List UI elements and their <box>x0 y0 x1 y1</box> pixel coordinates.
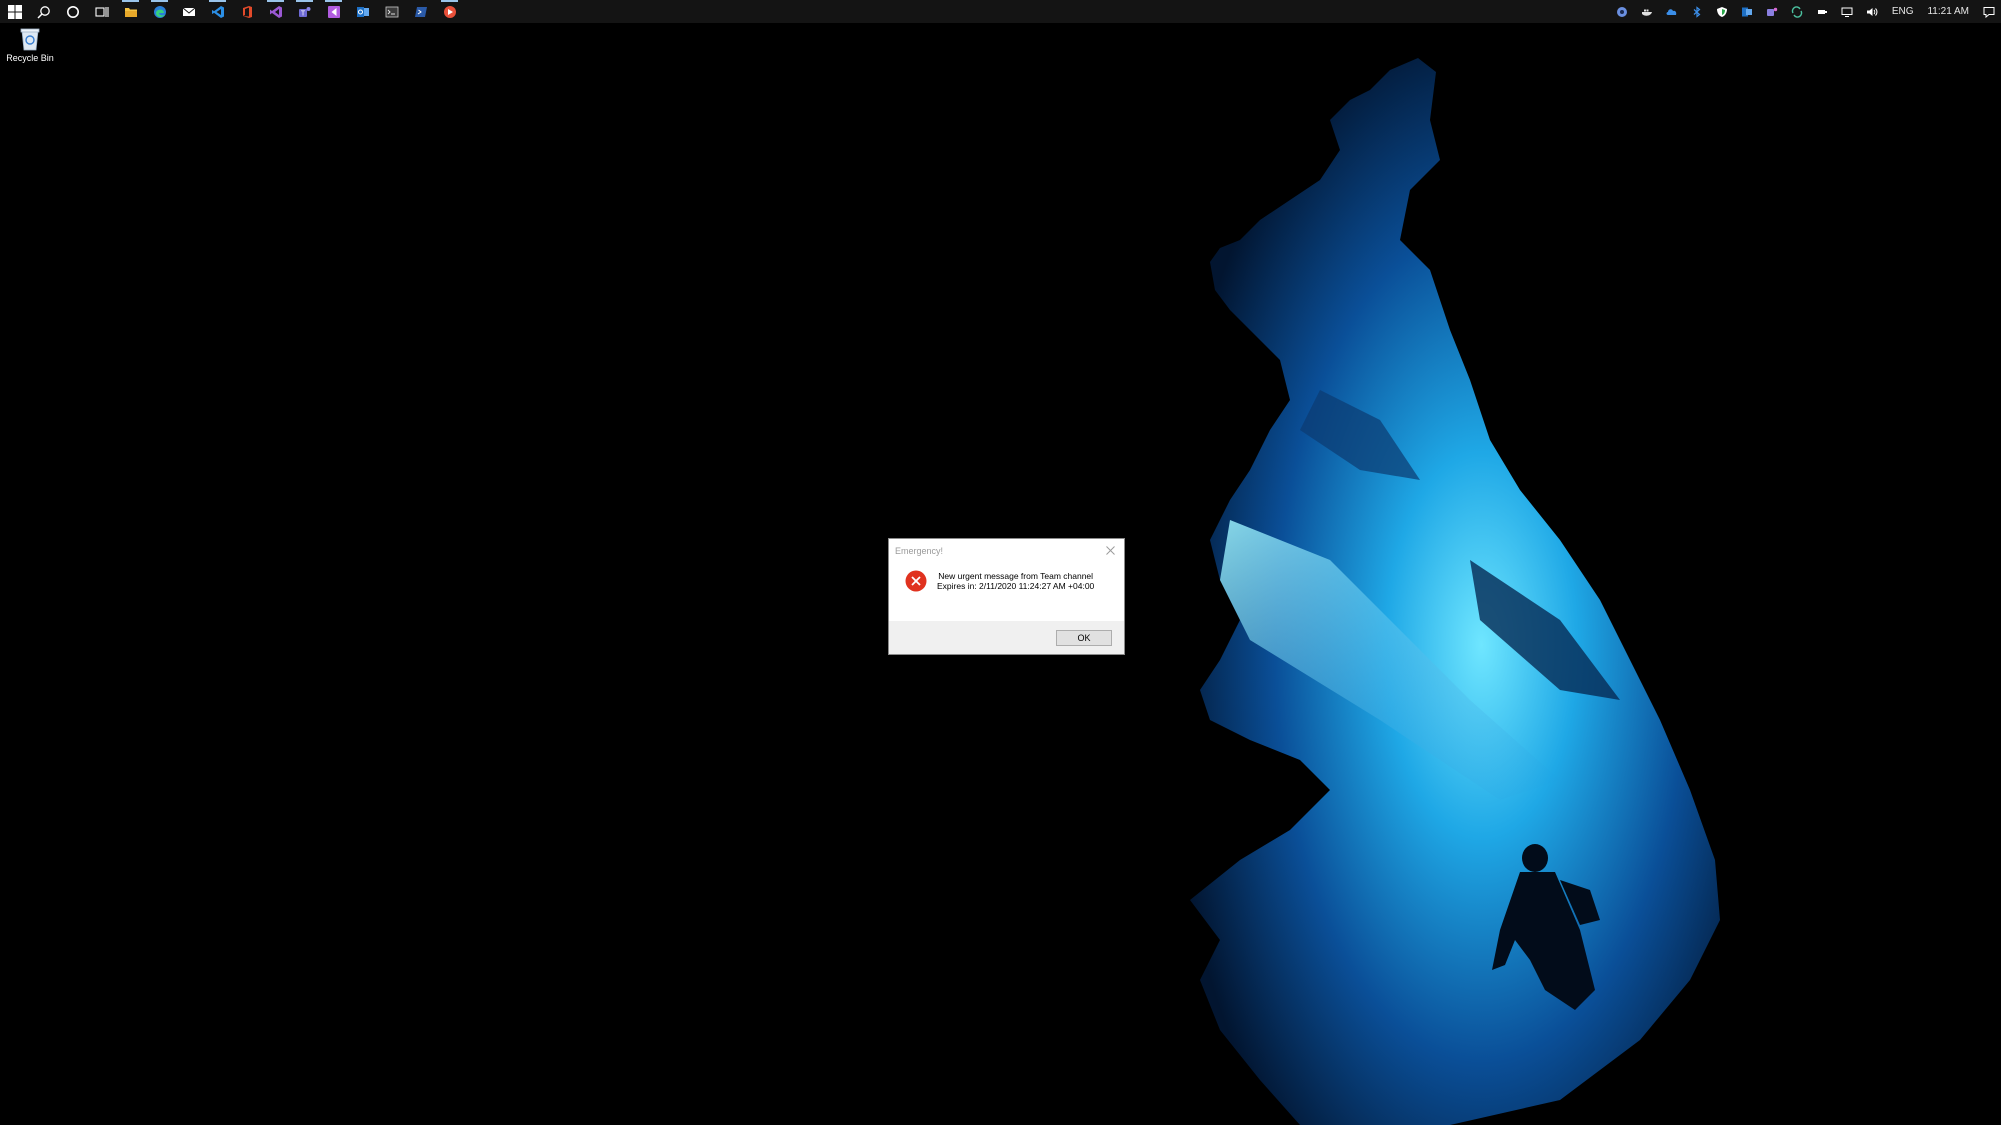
terminal-icon <box>385 6 398 17</box>
dialog-titlebar[interactable]: Emergency! <box>889 539 1124 562</box>
dialog-title: Emergency! <box>895 545 944 556</box>
dialog-close-button[interactable] <box>1097 540 1124 562</box>
visual-studio-preview-button[interactable] <box>319 0 348 23</box>
red-app-button[interactable] <box>435 0 464 23</box>
recycle-bin-icon <box>20 28 40 51</box>
volume-icon <box>1867 7 1878 16</box>
action-center-button[interactable] <box>1976 0 2001 23</box>
onedrive-tray[interactable] <box>1660 0 1685 23</box>
error-icon <box>905 570 927 592</box>
edge-button[interactable] <box>145 0 174 23</box>
powershell-icon <box>414 6 427 17</box>
outlook-icon <box>356 6 369 17</box>
sync-tray[interactable] <box>1785 0 1810 23</box>
shield-circle-icon <box>1617 6 1628 17</box>
vscode-icon <box>211 5 224 18</box>
search-icon <box>36 5 50 19</box>
teams-icon: T <box>298 6 310 17</box>
network-icon <box>1841 7 1853 17</box>
office-button[interactable] <box>232 0 261 23</box>
volume-tray[interactable] <box>1860 0 1885 23</box>
dialog-message-line-1: New urgent message from Team channel <box>938 571 1094 581</box>
notification-icon <box>1983 6 1994 18</box>
cloud-icon <box>1666 8 1677 15</box>
cortana-circle-icon <box>66 5 79 18</box>
tray-app-2[interactable] <box>1635 0 1660 23</box>
recycle-bin-shortcut[interactable]: Recycle Bin <box>3 27 57 69</box>
svg-text:T: T <box>300 10 305 17</box>
close-icon <box>1106 546 1115 555</box>
dialog-footer: OK <box>889 621 1124 654</box>
visual-studio-button[interactable] <box>261 0 290 23</box>
powershell-button[interactable] <box>406 0 435 23</box>
outlook-icon <box>1742 7 1753 16</box>
windows-logo-icon <box>7 4 22 19</box>
sync-icon <box>1792 5 1803 18</box>
search-button[interactable] <box>29 0 58 23</box>
teams-button[interactable]: T <box>290 0 319 23</box>
usb-tray[interactable] <box>1810 0 1835 23</box>
dialog-message-line-2: Expires in: 2/11/2020 11:24:27 AM +04:00 <box>937 581 1095 591</box>
outlook-button[interactable] <box>348 0 377 23</box>
mail-icon <box>182 7 195 16</box>
taskbar: T ENG 11:21 AM <box>0 0 2001 23</box>
terminal-button[interactable] <box>377 0 406 23</box>
emergency-dialog: Emergency! New urgent message from Team … <box>888 538 1125 655</box>
edge-icon <box>153 5 166 18</box>
teams-tray[interactable] <box>1760 0 1785 23</box>
recycle-bin-label: Recycle Bin <box>6 53 54 63</box>
tray-app-1[interactable] <box>1610 0 1635 23</box>
network-tray[interactable] <box>1835 0 1860 23</box>
shield-icon <box>1717 6 1728 17</box>
vs-preview-icon <box>327 5 340 18</box>
folder-icon <box>124 7 137 17</box>
system-tray: ENG 11:21 AM <box>1610 0 2001 23</box>
red-app-icon <box>443 5 456 18</box>
bluetooth-tray[interactable] <box>1685 0 1710 23</box>
file-explorer-button[interactable] <box>116 0 145 23</box>
cortana-button[interactable] <box>58 0 87 23</box>
defender-tray[interactable] <box>1710 0 1735 23</box>
ok-button[interactable]: OK <box>1056 629 1112 646</box>
clock[interactable]: 11:21 AM <box>1920 6 1976 17</box>
task-view-button[interactable] <box>87 0 116 23</box>
office-icon <box>242 5 252 18</box>
bluetooth-icon <box>1693 5 1701 18</box>
outlook-tray[interactable] <box>1735 0 1760 23</box>
mail-button[interactable] <box>174 0 203 23</box>
dialog-body: New urgent message from Team channel Exp… <box>889 562 1124 600</box>
start-button[interactable] <box>0 0 29 23</box>
dialog-message: New urgent message from Team channel Exp… <box>937 571 1094 591</box>
visual-studio-icon <box>269 5 282 18</box>
task-view-icon <box>94 6 109 17</box>
vscode-button[interactable] <box>203 0 232 23</box>
teams-icon <box>1767 7 1778 16</box>
language-indicator[interactable]: ENG <box>1885 6 1921 17</box>
usb-icon <box>1818 9 1828 14</box>
docker-whale-icon <box>1642 9 1653 16</box>
